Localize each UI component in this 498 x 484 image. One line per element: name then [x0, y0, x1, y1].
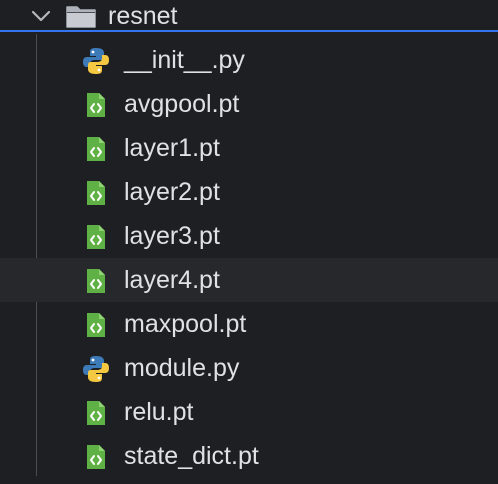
file-row[interactable]: maxpool.pt — [0, 302, 498, 346]
pt-file-icon — [82, 443, 110, 471]
file-row[interactable]: layer1.pt — [0, 126, 498, 170]
file-row[interactable]: avgpool.pt — [0, 82, 498, 126]
file-label: layer4.pt — [124, 266, 220, 294]
file-label: __init__.py — [124, 46, 245, 74]
folder-icon — [64, 4, 98, 30]
file-row[interactable]: relu.pt — [0, 390, 498, 434]
file-label: layer2.pt — [124, 178, 220, 206]
pt-file-icon — [82, 179, 110, 207]
file-row[interactable]: module.py — [0, 346, 498, 390]
file-row[interactable]: layer3.pt — [0, 214, 498, 258]
file-row[interactable]: layer4.pt — [0, 258, 498, 302]
file-row[interactable]: state_dict.pt — [0, 434, 498, 478]
file-label: state_dict.pt — [124, 442, 259, 470]
file-label: layer1.pt — [124, 134, 220, 162]
pt-file-icon — [82, 223, 110, 251]
folder-label: resnet — [108, 2, 178, 30]
chevron-down-icon[interactable] — [30, 6, 52, 26]
file-label: relu.pt — [124, 398, 194, 426]
pt-file-icon — [82, 135, 110, 163]
file-row[interactable]: __init__.py — [0, 38, 498, 82]
file-label: avgpool.pt — [124, 90, 240, 118]
python-file-icon — [82, 47, 110, 75]
folder-row-resnet[interactable]: resnet — [0, 0, 498, 32]
pt-file-icon — [82, 311, 110, 339]
pt-file-icon — [82, 399, 110, 427]
file-label: maxpool.pt — [124, 310, 247, 338]
file-label: layer3.pt — [124, 222, 220, 250]
project-tree: resnet __init__.py avgpool.pt layer1.pt — [0, 0, 498, 484]
pt-file-icon — [82, 91, 110, 119]
pt-file-icon — [82, 267, 110, 295]
file-label: module.py — [124, 354, 240, 382]
file-row[interactable]: layer2.pt — [0, 170, 498, 214]
python-file-icon — [82, 355, 110, 383]
